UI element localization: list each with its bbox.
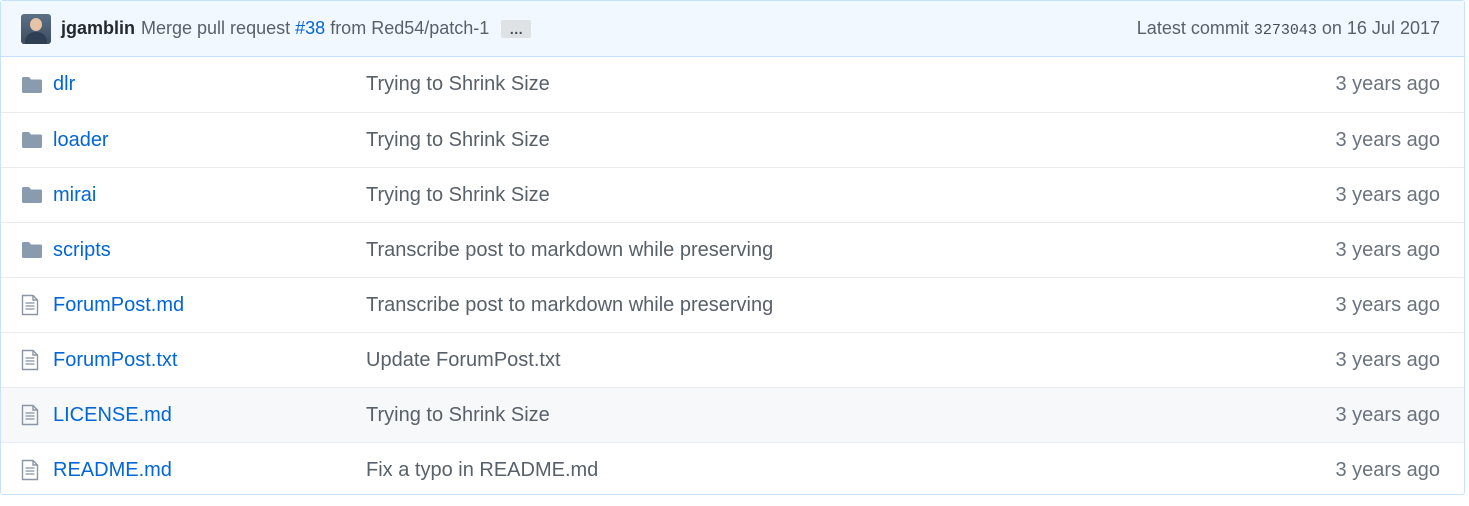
file-commit-message-link[interactable]: Transcribe post to markdown while preser… [366, 294, 1335, 317]
file-name-link[interactable]: README.md [53, 459, 366, 482]
file-commit-age: 3 years ago [1335, 128, 1440, 151]
file-icon [21, 349, 53, 371]
file-commit-message-link[interactable]: Trying to Shrink Size [366, 184, 1335, 207]
file-name-link[interactable]: loader [53, 129, 366, 152]
file-commit-message-link[interactable]: Trying to Shrink Size [366, 129, 1335, 152]
file-name-link[interactable]: LICENSE.md [53, 404, 366, 427]
file-row[interactable]: README.md Fix a typo in README.md 3 years … [1, 442, 1464, 497]
author-avatar[interactable] [21, 13, 51, 44]
file-name-link[interactable]: ForumPost.md [53, 294, 366, 317]
file-row[interactable]: scripts Transcribe post to markdown while… [1, 222, 1464, 277]
latest-commit-info: Latest commit 3273043 on 16 Jul 2017 [1137, 18, 1440, 39]
file-icon [21, 404, 53, 426]
file-commit-age: 3 years ago [1335, 183, 1440, 206]
file-commit-age: 3 years ago [1335, 293, 1440, 316]
file-commit-message-link[interactable]: Fix a typo in README.md [366, 459, 1335, 482]
latest-commit-label: Latest commit [1136, 18, 1249, 38]
file-row[interactable]: LICENSE.md Trying to Shrink Size 3 years a… [1, 387, 1464, 442]
file-commit-message-link[interactable]: Update ForumPost.txt [366, 349, 1335, 372]
file-commit-age: 3 years ago [1335, 348, 1440, 371]
file-commit-age: 3 years ago [1335, 73, 1440, 95]
commit-message-suffix[interactable]: from Red54/patch-1 [330, 18, 489, 38]
file-commit-age: 3 years ago [1335, 238, 1440, 261]
file-commit-message-link[interactable]: Trying to Shrink Size [366, 73, 1335, 96]
folder-icon [21, 131, 53, 149]
folder-icon [21, 186, 53, 204]
file-icon [21, 459, 53, 481]
commit-author-link[interactable]: jgamblin [61, 18, 135, 39]
file-name-link[interactable]: dlr [53, 73, 366, 96]
file-name-link[interactable]: scripts [53, 239, 366, 262]
folder-icon [21, 76, 53, 94]
file-row[interactable]: mirai Trying to Shrink Size 3 years ago [1, 167, 1464, 222]
pull-request-link[interactable]: #38 [295, 18, 325, 38]
file-name-link[interactable]: mirai [53, 184, 366, 207]
commit-sha-link[interactable]: 3273043 [1254, 22, 1317, 39]
file-row[interactable]: loader Trying to Shrink Size 3 years ago [1, 112, 1464, 167]
file-commit-message-link[interactable]: Transcribe post to markdown while preser… [366, 239, 1335, 262]
file-icon [21, 294, 53, 316]
commit-message-prefix[interactable]: Merge pull request [141, 18, 290, 38]
expand-commit-message-button[interactable]: … [501, 19, 532, 38]
commit-message[interactable]: Merge pull request #38 from Red54/patch-… [141, 18, 489, 39]
commit-date: on 16 Jul 2017 [1321, 18, 1440, 38]
file-row[interactable]: ForumPost.txt Update ForumPost.txt 3 years… [1, 332, 1464, 387]
file-commit-age: 3 years ago [1335, 403, 1440, 426]
file-commit-age: 3 years ago [1335, 458, 1440, 481]
latest-commit-bar: jgamblin Merge pull request #38 from Red… [1, 1, 1464, 57]
folder-icon [21, 241, 53, 259]
file-name-link[interactable]: ForumPost.txt [53, 349, 366, 372]
file-row[interactable]: ForumPost.md Transcribe post to markdown … [1, 277, 1464, 332]
file-commit-message-link[interactable]: Trying to Shrink Size [366, 404, 1335, 427]
file-list: jgamblin Merge pull request #38 from Red… [0, 0, 1465, 495]
file-row[interactable]: dlr Trying to Shrink Size 3 years ago [1, 57, 1464, 112]
